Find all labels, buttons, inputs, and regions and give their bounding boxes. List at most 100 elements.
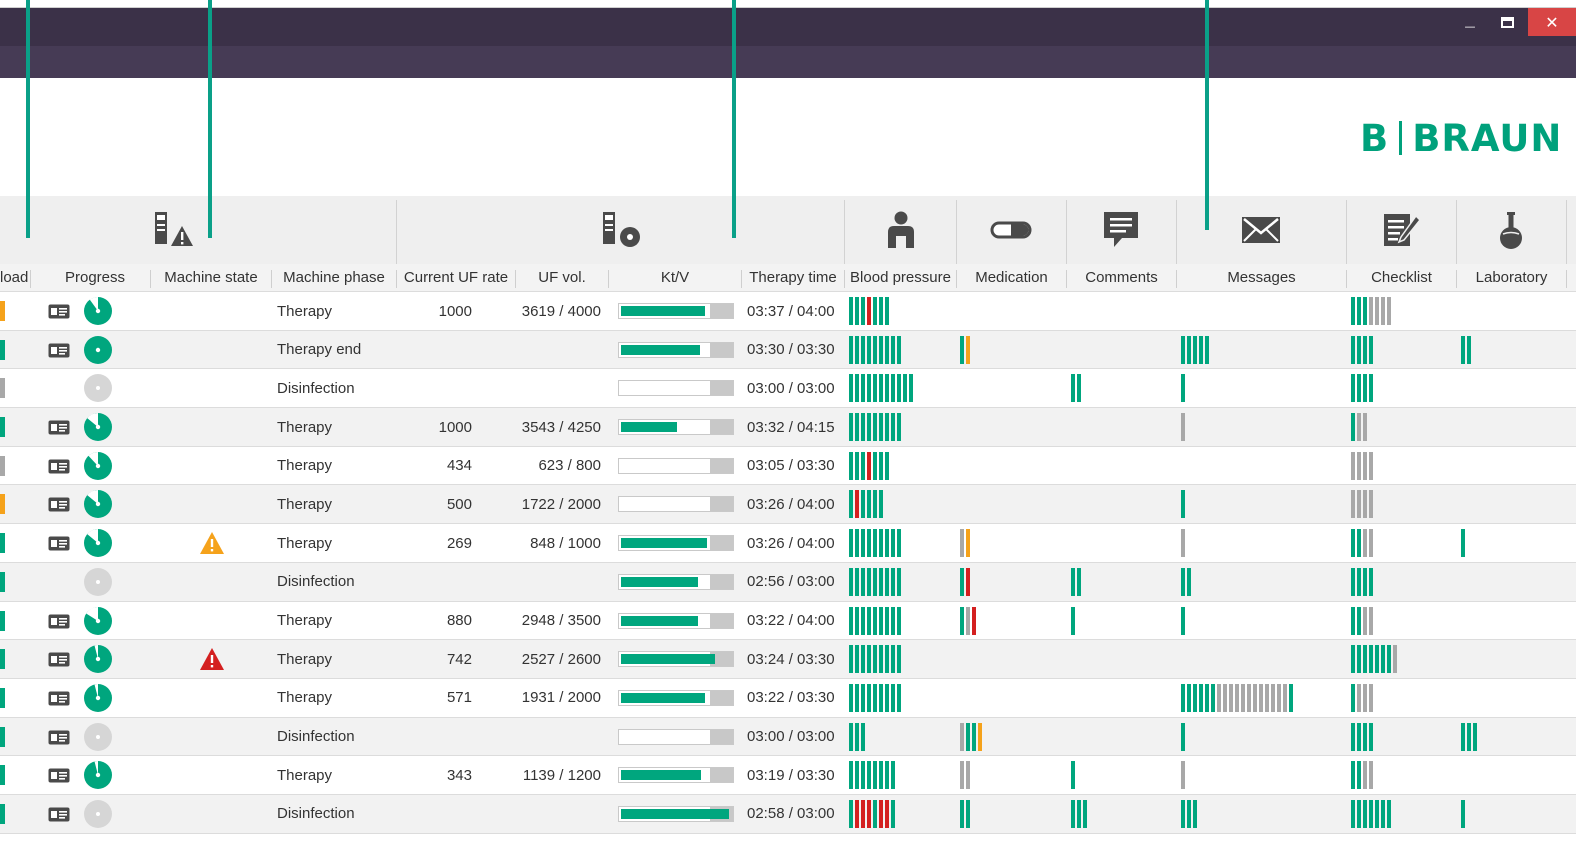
- messages-indicator[interactable]: [1181, 761, 1185, 790]
- medication-indicator[interactable]: [960, 335, 970, 364]
- messages-indicator[interactable]: [1181, 606, 1185, 635]
- messages-indicator[interactable]: [1181, 567, 1191, 596]
- patient-card-icon[interactable]: [48, 614, 70, 629]
- blood-pressure-indicator[interactable]: [849, 451, 889, 480]
- blood-pressure-indicator[interactable]: [849, 606, 901, 635]
- minimize-button[interactable]: —: [1454, 8, 1486, 36]
- comments-indicator[interactable]: [1071, 374, 1081, 403]
- maximize-button[interactable]: [1490, 8, 1524, 36]
- blood-pressure-indicator[interactable]: [849, 645, 901, 674]
- column-header-ktv[interactable]: Kt/V: [609, 264, 741, 292]
- blood-pressure-indicator[interactable]: [849, 722, 865, 751]
- column-header-progress[interactable]: Progress: [40, 264, 150, 292]
- blood-pressure-indicator[interactable]: [849, 490, 883, 519]
- alarm-triangle-icon[interactable]: [199, 647, 225, 671]
- column-header-checklist[interactable]: Checklist: [1347, 264, 1456, 292]
- medication-indicator[interactable]: [960, 606, 976, 635]
- patient-card-icon[interactable]: [48, 652, 70, 667]
- checklist-indicator[interactable]: [1351, 722, 1373, 751]
- checklist-indicator[interactable]: [1351, 683, 1373, 712]
- messages-indicator[interactable]: [1181, 374, 1185, 403]
- checklist-indicator[interactable]: [1351, 567, 1373, 596]
- blood-pressure-indicator[interactable]: [849, 683, 901, 712]
- column-header-therapy-time[interactable]: Therapy time: [742, 264, 844, 292]
- warning-triangle-icon[interactable]: [199, 531, 225, 555]
- column-header-machine-state[interactable]: Machine state: [151, 264, 271, 292]
- table-row[interactable]: Disinfection 03:00 / 03:00: [0, 717, 1576, 757]
- patient-card-icon[interactable]: [48, 497, 70, 512]
- column-header-uf-vol[interactable]: UF vol.: [516, 264, 608, 292]
- messages-indicator[interactable]: [1181, 490, 1185, 519]
- table-row[interactable]: Therapy 500 1722 / 2000 03:26 / 04:00: [0, 485, 1576, 525]
- patient-card-icon[interactable]: [48, 768, 70, 783]
- table-row[interactable]: Therapy 880 2948 / 3500 03:22 / 04:00: [0, 601, 1576, 641]
- messages-indicator[interactable]: [1181, 529, 1185, 558]
- checklist-indicator[interactable]: [1351, 335, 1373, 364]
- blood-pressure-indicator[interactable]: [849, 335, 901, 364]
- comments-indicator[interactable]: [1071, 799, 1087, 828]
- checklist-indicator[interactable]: [1351, 645, 1397, 674]
- comments-indicator[interactable]: [1071, 567, 1081, 596]
- messages-indicator[interactable]: [1181, 413, 1185, 442]
- column-header-laboratory[interactable]: Laboratory: [1457, 264, 1566, 292]
- table-row[interactable]: Therapy 571 1931 / 2000 03:22 / 03:30: [0, 678, 1576, 718]
- medication-indicator[interactable]: [960, 567, 970, 596]
- column-header-comments[interactable]: Comments: [1067, 264, 1176, 292]
- medication-indicator[interactable]: [960, 799, 970, 828]
- checklist-indicator[interactable]: [1351, 451, 1373, 480]
- checklist-indicator[interactable]: [1351, 606, 1373, 635]
- column-header-messages[interactable]: Messages: [1177, 264, 1346, 292]
- table-row[interactable]: Therapy 1000 3619 / 4000 03:37 / 04:00: [0, 292, 1576, 331]
- medication-indicator[interactable]: [960, 761, 970, 790]
- checklist-indicator[interactable]: [1351, 413, 1367, 442]
- blood-pressure-indicator[interactable]: [849, 761, 895, 790]
- column-header-current-uf-rate[interactable]: Current UF rate: [397, 264, 515, 292]
- blood-pressure-indicator[interactable]: [849, 529, 901, 558]
- messages-indicator[interactable]: [1181, 683, 1293, 712]
- table-row[interactable]: Disinfection 02:56 / 03:00: [0, 562, 1576, 602]
- checklist-indicator[interactable]: [1351, 761, 1373, 790]
- column-header-medication[interactable]: Medication: [957, 264, 1066, 292]
- messages-indicator[interactable]: [1181, 335, 1209, 364]
- blood-pressure-indicator[interactable]: [849, 799, 895, 828]
- patient-card-icon[interactable]: [48, 730, 70, 745]
- table-row[interactable]: Disinfection 02:58 / 03:00: [0, 794, 1576, 834]
- medication-indicator[interactable]: [960, 722, 982, 751]
- patient-card-icon[interactable]: [48, 691, 70, 706]
- comments-indicator[interactable]: [1071, 761, 1075, 790]
- patient-card-icon[interactable]: [48, 536, 70, 551]
- table-row[interactable]: Therapy 742 2527 / 2600 03:24 / 03:30: [0, 640, 1576, 679]
- blood-pressure-indicator[interactable]: [849, 374, 913, 403]
- table-row[interactable]: Therapy end 03:30 / 03:30: [0, 330, 1576, 370]
- laboratory-indicator[interactable]: [1461, 529, 1465, 558]
- patient-card-icon[interactable]: [48, 343, 70, 358]
- checklist-indicator[interactable]: [1351, 799, 1391, 828]
- table-row[interactable]: Therapy 434 623 / 800 03:05 / 03:30: [0, 446, 1576, 486]
- table-row[interactable]: Disinfection 03:00 / 03:00: [0, 369, 1576, 409]
- patient-card-icon[interactable]: [48, 420, 70, 435]
- blood-pressure-indicator[interactable]: [849, 413, 901, 442]
- laboratory-indicator[interactable]: [1461, 722, 1477, 751]
- patient-card-icon[interactable]: [48, 807, 70, 822]
- column-header-load[interactable]: load: [0, 264, 30, 292]
- medication-indicator[interactable]: [960, 529, 970, 558]
- close-button[interactable]: ✕: [1528, 8, 1576, 36]
- table-row[interactable]: Therapy 269 848 / 1000 03:26 / 04:00: [0, 524, 1576, 563]
- messages-indicator[interactable]: [1181, 722, 1185, 751]
- checklist-indicator[interactable]: [1351, 490, 1373, 519]
- comments-indicator[interactable]: [1071, 606, 1075, 635]
- messages-indicator[interactable]: [1181, 799, 1197, 828]
- laboratory-indicator[interactable]: [1461, 335, 1471, 364]
- blood-pressure-indicator[interactable]: [849, 567, 901, 596]
- blood-pressure-indicator[interactable]: [849, 297, 889, 325]
- column-header-blood-pressure[interactable]: Blood pressure: [845, 264, 956, 292]
- column-header-machine-phase[interactable]: Machine phase: [272, 264, 396, 292]
- table-row[interactable]: Therapy 343 1139 / 1200 03:19 / 03:30: [0, 756, 1576, 795]
- patient-card-icon[interactable]: [48, 304, 70, 319]
- checklist-indicator[interactable]: [1351, 529, 1373, 558]
- checklist-indicator[interactable]: [1351, 297, 1391, 325]
- patient-card-icon[interactable]: [48, 459, 70, 474]
- laboratory-indicator[interactable]: [1461, 799, 1465, 828]
- checklist-indicator[interactable]: [1351, 374, 1373, 403]
- table-row[interactable]: Therapy 1000 3543 / 4250 03:32 / 04:15: [0, 408, 1576, 447]
